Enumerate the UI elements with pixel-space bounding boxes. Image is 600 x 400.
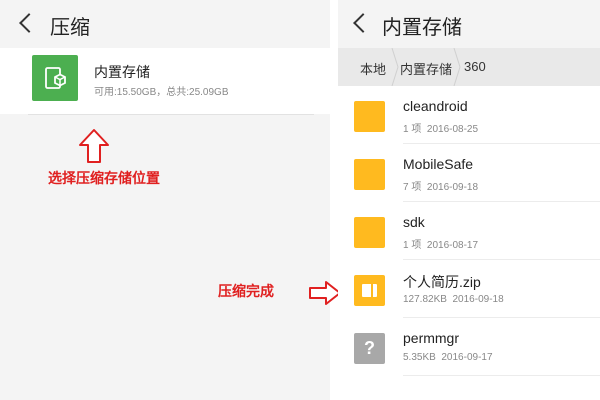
breadcrumb-separator-icon	[391, 48, 399, 86]
list-item[interactable]: 个人简历.zip 127.82KB 2016-09-18	[338, 260, 600, 318]
file-name: permmgr	[403, 330, 460, 346]
file-meta: 127.82KB 2016-09-18	[403, 294, 504, 305]
right-topbar: 内置存储	[338, 0, 600, 48]
back-arrow-icon[interactable]	[353, 13, 373, 33]
page-title: 内置存储	[382, 17, 462, 39]
left-topbar: 压缩	[0, 0, 330, 48]
file-meta: 5.35KB 2016-09-17	[403, 352, 493, 363]
internal-storage-item[interactable]: 内置存储 可用:15.50GB，总共:25.09GB	[0, 48, 330, 114]
folder-icon	[354, 101, 385, 132]
file-meta: 1 项 2016-08-25	[403, 124, 479, 135]
breadcrumb: 本地 内置存储 360	[338, 48, 600, 86]
page-title: 压缩	[50, 17, 90, 39]
breadcrumb-local[interactable]: 本地	[360, 59, 386, 78]
select-location-annotation: 选择压缩存储位置	[48, 170, 160, 186]
breadcrumb-internal-storage[interactable]: 内置存储	[400, 59, 452, 78]
file-name: 个人简历.zip	[403, 274, 481, 290]
list-item[interactable]: cleandroid 1 项 2016-08-25	[338, 86, 600, 144]
zip-file-icon	[354, 275, 385, 306]
file-name: cleandroid	[403, 98, 468, 114]
file-list: cleandroid 1 项 2016-08-25 MobileSafe 7 项…	[338, 86, 600, 400]
divider	[403, 375, 600, 376]
compress-location-screen: 压缩 内置存储 可用:15.50GB，总共:25.09GB 选择压缩存储位置	[0, 0, 330, 400]
list-item[interactable]: ? permmgr 5.35KB 2016-09-17	[338, 318, 600, 376]
list-item[interactable]: MobileSafe 7 项 2016-09-18	[338, 144, 600, 202]
unknown-file-icon: ?	[354, 333, 385, 364]
list-item[interactable]: sdk 1 项 2016-08-17	[338, 202, 600, 260]
file-name: MobileSafe	[403, 156, 474, 172]
breadcrumb-360[interactable]: 360	[464, 59, 486, 74]
folder-icon	[354, 159, 385, 190]
up-arrow-annotation-icon	[79, 129, 109, 163]
compress-done-annotation: 压缩完成	[218, 283, 274, 299]
storage-drive-icon	[32, 55, 78, 101]
storage-capacity: 可用:15.50GB，总共:25.09GB	[94, 87, 229, 98]
folder-icon	[354, 217, 385, 248]
storage-name: 内置存储	[94, 64, 150, 80]
file-browser-screen: 内置存储 本地 内置存储 360 cleandroid 1 项 2016-08-…	[338, 0, 600, 400]
back-arrow-icon[interactable]	[19, 13, 39, 33]
breadcrumb-separator-icon	[453, 48, 461, 86]
divider	[28, 114, 314, 115]
file-name: sdk	[403, 214, 425, 230]
file-meta: 7 项 2016-09-18	[403, 182, 479, 193]
file-meta: 1 项 2016-08-17	[403, 240, 479, 251]
right-arrow-annotation-icon	[309, 281, 341, 305]
